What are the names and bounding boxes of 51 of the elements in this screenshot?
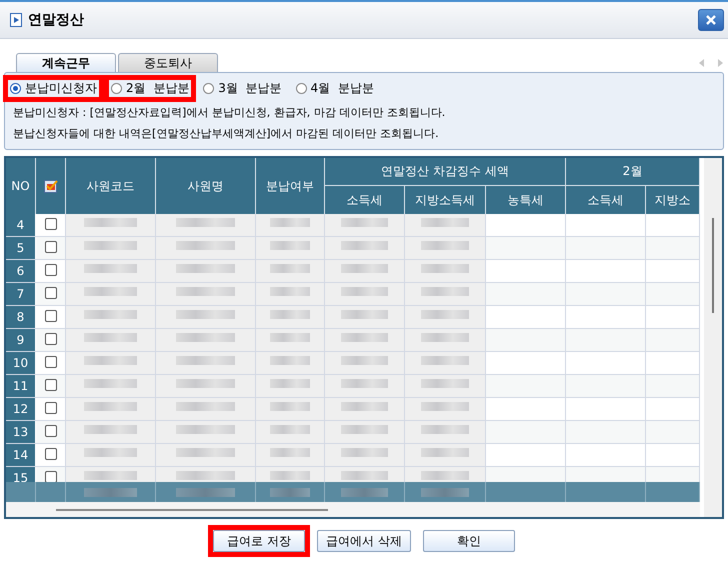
row-number: 13: [6, 421, 36, 443]
row-number: 10: [6, 352, 36, 374]
close-button[interactable]: [698, 9, 724, 31]
action-button[interactable]: 급여에서 삭제: [317, 530, 411, 552]
select-all-icon[interactable]: [44, 180, 58, 192]
column-header: 소득세: [566, 186, 646, 214]
column-header: 농특세: [486, 186, 566, 214]
row-number: 5: [6, 237, 36, 259]
action-button[interactable]: 급여로 저장: [213, 530, 306, 552]
row-number: 15: [6, 467, 36, 482]
row-number: 9: [6, 329, 36, 351]
radio-button[interactable]: [203, 83, 214, 94]
radio-button[interactable]: [111, 83, 122, 94]
checkbox[interactable]: [44, 241, 56, 253]
scrollbar-thumb[interactable]: [56, 508, 328, 510]
row-number: 8: [6, 306, 36, 328]
play-icon: [10, 13, 22, 27]
checkbox[interactable]: [44, 287, 56, 299]
row-number: 4: [6, 214, 36, 236]
row-number: 6: [6, 260, 36, 282]
checkbox[interactable]: [44, 264, 56, 276]
radio-label[interactable]: 분납미신청자: [25, 80, 97, 97]
window-title: 연말정산: [28, 11, 85, 29]
checkbox[interactable]: [44, 310, 56, 322]
action-button[interactable]: 확인: [422, 530, 515, 552]
checkbox[interactable]: [44, 425, 56, 437]
group-header: 연말정산 차감징수 세액: [325, 158, 566, 186]
group-header: 2월: [566, 158, 700, 186]
radio-label[interactable]: 3월 분납분: [218, 80, 282, 97]
row-number: 11: [6, 375, 36, 397]
radio-button[interactable]: [10, 83, 21, 94]
checkbox[interactable]: [44, 448, 56, 460]
close-icon[interactable]: [706, 15, 716, 25]
row-number: 14: [6, 444, 36, 466]
info-text: 분납신청자들에 대한 내역은[연말정산납부세액계산]에서 마감된 데이터만 조회됩니다.: [12, 126, 440, 142]
checkbox[interactable]: [44, 379, 56, 391]
tab[interactable]: 계속근무: [16, 53, 116, 72]
checkbox[interactable]: [44, 218, 56, 230]
tab[interactable]: 중도퇴사: [118, 53, 218, 72]
row-number: 12: [6, 398, 36, 420]
radio-label[interactable]: 4월 분납분: [310, 80, 374, 97]
scrollbar[interactable]: [704, 158, 722, 517]
checkbox[interactable]: [44, 333, 56, 345]
radio-button[interactable]: [296, 83, 307, 94]
checkbox[interactable]: [44, 402, 56, 414]
checkbox[interactable]: [44, 356, 56, 368]
column-header: 지방소: [646, 186, 700, 214]
row-number: 7: [6, 283, 36, 305]
radio-label[interactable]: 2월 분납분: [126, 80, 190, 97]
info-text: 분납미신청자 : [연말정산자료입력]에서 분납미신청, 환급자, 마감 데이터만 조회됩니다.: [12, 105, 446, 121]
checkbox[interactable]: [44, 471, 56, 482]
